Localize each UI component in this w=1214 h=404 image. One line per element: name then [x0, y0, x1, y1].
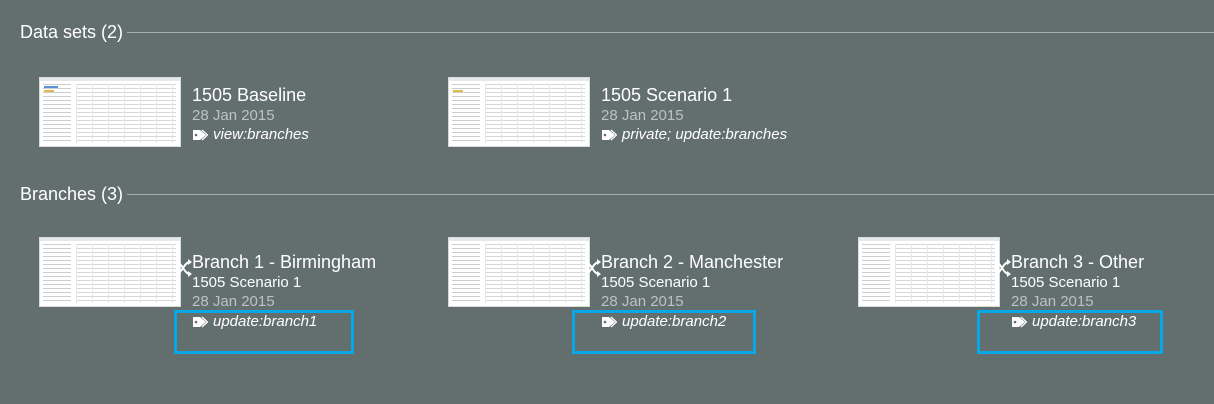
branch-card-other[interactable]: Branch 3 - Other 1505 Scenario 1 28 Jan …	[859, 238, 1209, 354]
dataset-card-baseline[interactable]: 1505 Baseline 28 Jan 2015 view:branches	[40, 78, 400, 168]
branches-section-header: Branches (3)	[20, 184, 1214, 205]
dataset-card-scenario-1[interactable]: 1505 Scenario 1 28 Jan 2015 private; upd…	[449, 78, 869, 168]
permissions-highlight-box	[572, 310, 756, 354]
dataset-date: 28 Jan 2015	[601, 107, 684, 124]
dataset-permissions-text: private; update:branches	[622, 126, 788, 143]
datasets-section-title: Data sets (2)	[20, 22, 124, 42]
dataset-name[interactable]: 1505 Scenario 1	[601, 84, 787, 106]
dataset-thumbnail[interactable]	[40, 78, 180, 146]
branch-thumbnail[interactable]	[40, 238, 180, 306]
branch-thumbnail[interactable]	[449, 238, 589, 306]
branch-card-manchester[interactable]: Branch 2 - Manchester 1505 Scenario 1 28…	[449, 238, 809, 354]
branch-date: 28 Jan 2015	[192, 293, 275, 310]
branch-name[interactable]: Branch 2 - Manchester	[601, 251, 783, 273]
branches-section-divider	[127, 194, 1214, 195]
tag-icon	[193, 129, 208, 141]
dataset-permissions-text: view:branches	[213, 126, 309, 143]
branch-icon	[584, 259, 601, 277]
datasets-section-header: Data sets (2)	[20, 22, 1214, 43]
dataset-thumbnail[interactable]	[449, 78, 589, 146]
branch-icon	[175, 259, 192, 277]
dataset-permissions: view:branches	[192, 125, 309, 145]
branch-thumbnail[interactable]	[859, 238, 999, 306]
branch-date: 28 Jan 2015	[601, 293, 684, 310]
branch-icon	[994, 259, 1011, 277]
datasets-section-divider	[127, 32, 1214, 33]
tag-icon	[602, 129, 617, 141]
branch-name[interactable]: Branch 1 - Birmingham	[192, 251, 376, 273]
branch-source: 1505 Scenario 1	[192, 274, 302, 291]
branch-source: 1505 Scenario 1	[601, 274, 711, 291]
branch-card-birmingham[interactable]: Branch 1 - Birmingham 1505 Scenario 1 28…	[40, 238, 400, 354]
permissions-highlight-box	[174, 310, 354, 354]
dataset-date: 28 Jan 2015	[192, 107, 275, 124]
branch-name[interactable]: Branch 3 - Other	[1011, 251, 1144, 273]
branch-date: 28 Jan 2015	[1011, 293, 1094, 310]
permissions-highlight-box	[977, 310, 1163, 354]
dataset-name[interactable]: 1505 Baseline	[192, 84, 309, 106]
dataset-permissions: private; update:branches	[601, 125, 787, 145]
branch-source: 1505 Scenario 1	[1011, 274, 1121, 291]
branches-section-title: Branches (3)	[20, 184, 124, 204]
